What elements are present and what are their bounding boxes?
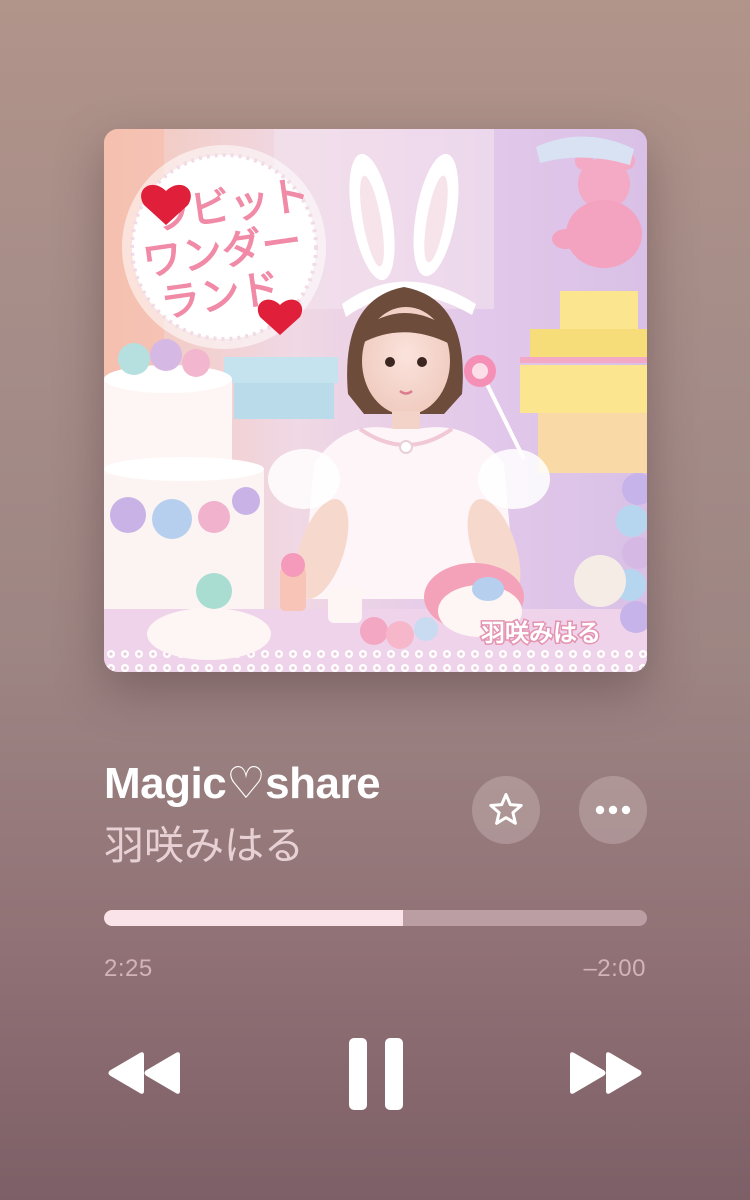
album-artwork-image: ラビット ワンダー ランド 羽咲みはる bbox=[104, 129, 647, 672]
track-title: Magic♡share bbox=[104, 759, 381, 808]
progress-fill bbox=[104, 910, 403, 926]
rewind-icon bbox=[108, 1052, 180, 1094]
more-options-button[interactable] bbox=[579, 776, 647, 844]
ellipsis-icon bbox=[595, 805, 631, 815]
remaining-time: –2:00 bbox=[583, 955, 646, 982]
progress-scrubber[interactable] bbox=[104, 910, 647, 926]
track-artist[interactable]: 羽咲みはる bbox=[104, 813, 304, 871]
rewind-button[interactable] bbox=[100, 1040, 190, 1106]
pause-button[interactable] bbox=[336, 1032, 416, 1116]
fast-forward-button[interactable] bbox=[560, 1040, 650, 1106]
star-icon bbox=[489, 793, 523, 825]
elapsed-time: 2:25 bbox=[104, 955, 153, 982]
favorite-button[interactable] bbox=[472, 776, 540, 844]
album-title-badge: ラビット ワンダー ランド bbox=[122, 145, 326, 349]
fast-forward-icon bbox=[570, 1052, 642, 1094]
artwork-artist-text: 羽咲みはる bbox=[481, 619, 601, 647]
pause-icon bbox=[349, 1038, 403, 1110]
album-artwork: ラビット ワンダー ランド 羽咲みはる bbox=[104, 129, 647, 672]
